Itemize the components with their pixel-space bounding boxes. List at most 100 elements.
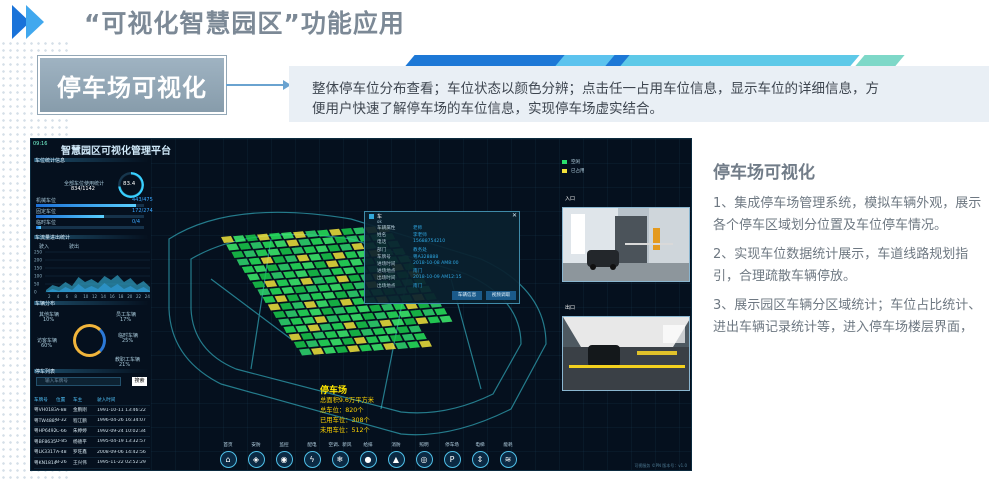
parking-space[interactable] (395, 342, 408, 350)
parking-space[interactable] (286, 239, 300, 247)
nav-item[interactable]: 监控 ◉ (270, 441, 298, 468)
parking-space[interactable] (281, 232, 294, 239)
parking-space[interactable] (346, 235, 360, 243)
table-row[interactable]: 粤BF8635 D-85 杨德平 1995-04-19 13:32:57 (34, 437, 150, 448)
bulb-icon[interactable]: ◎ (415, 451, 433, 468)
parking-space[interactable] (257, 288, 271, 296)
nav-item[interactable]: 空调、新风 ❄ (326, 441, 354, 468)
parking-icon[interactable]: P (443, 451, 461, 468)
parking-space[interactable] (310, 292, 324, 300)
parking-space[interactable] (309, 308, 322, 316)
parking-space[interactable] (302, 316, 316, 324)
parking-space[interactable] (299, 348, 312, 356)
parking-space[interactable] (241, 266, 255, 273)
nav-item[interactable]: 首页 ⌂ (214, 441, 242, 468)
nav-item[interactable]: 给排 ● (354, 441, 382, 468)
parking-space[interactable] (427, 316, 441, 324)
parking-space[interactable] (315, 300, 329, 308)
parking-space[interactable] (389, 334, 403, 342)
parking-space[interactable] (393, 303, 406, 310)
table-row[interactable]: 粤KN1814 B-26 王兴伟 1995-11-22 02:52:29 (34, 458, 150, 469)
parking-space[interactable] (386, 311, 400, 319)
parking-space[interactable] (289, 262, 303, 270)
parking-space[interactable] (293, 341, 307, 348)
parking-space[interactable] (290, 317, 304, 325)
parking-space[interactable] (403, 318, 417, 325)
vehicle-info-button[interactable]: 车辆信息 (452, 291, 482, 300)
parking-space[interactable] (295, 270, 308, 278)
lightning-icon[interactable]: ϟ (303, 451, 321, 468)
parking-space[interactable] (314, 316, 328, 324)
parking-space[interactable] (305, 230, 318, 238)
table-row[interactable]: 粤VH0183 A-88 金鹏刚 1991-10-11 13:46:22 (34, 406, 150, 416)
nav-item[interactable]: 能耗 ≋ (494, 441, 522, 468)
parking-space[interactable] (324, 331, 338, 339)
parking-space[interactable] (236, 258, 250, 266)
nav-item[interactable]: 配电 ϟ (298, 441, 326, 468)
fire-icon[interactable]: ▲ (387, 451, 405, 468)
parking-space[interactable] (341, 228, 354, 235)
parking-space[interactable] (413, 333, 427, 340)
parking-space[interactable] (283, 271, 296, 279)
parking-space[interactable] (253, 265, 267, 273)
parking-space[interactable] (322, 292, 336, 299)
parking-space[interactable] (257, 233, 270, 241)
parking-space[interactable] (371, 343, 384, 351)
parking-space[interactable] (324, 276, 338, 284)
table-row[interactable]: 粤LK3317 A-48 罗旺鑫 2008-09-06 14:42:56 (34, 448, 150, 458)
parking-space[interactable] (319, 323, 333, 331)
parking-space[interactable] (343, 267, 356, 275)
parking-space[interactable] (317, 284, 331, 292)
parking-space[interactable] (348, 329, 362, 337)
parking-space[interactable] (312, 331, 326, 339)
parking-space[interactable] (351, 297, 365, 305)
parking-space[interactable] (284, 255, 298, 263)
parking-space[interactable] (238, 242, 252, 250)
parking-space[interactable] (325, 260, 339, 268)
parking-space[interactable] (259, 272, 272, 280)
parking-space[interactable] (279, 302, 293, 310)
parking-space[interactable] (276, 279, 290, 287)
parking-space[interactable] (315, 245, 329, 253)
parking-space[interactable] (359, 344, 372, 352)
parking-space[interactable] (260, 256, 274, 264)
parking-space[interactable] (303, 246, 317, 254)
parking-space[interactable] (362, 312, 376, 320)
parking-space[interactable] (408, 325, 422, 333)
parking-space[interactable] (343, 322, 357, 329)
parking-space[interactable] (329, 338, 343, 346)
parking-space[interactable] (381, 303, 394, 311)
parking-space[interactable] (401, 333, 415, 341)
parking-space[interactable] (331, 267, 344, 275)
parking-space[interactable] (327, 244, 341, 252)
video-call-button[interactable]: 视频调取 (486, 291, 516, 300)
parking-space[interactable] (333, 307, 346, 314)
home-icon[interactable]: ⌂ (219, 451, 237, 468)
parking-space[interactable] (326, 315, 340, 323)
camera-icon[interactable]: ◉ (275, 451, 293, 468)
parking-space[interactable] (278, 318, 292, 326)
nav-item[interactable]: 照明 ◎ (410, 441, 438, 468)
parking-space[interactable] (281, 286, 295, 294)
parking-space[interactable] (255, 249, 269, 257)
parking-space[interactable] (267, 248, 281, 256)
parking-space[interactable] (291, 301, 305, 309)
parking-space[interactable] (291, 247, 305, 254)
parking-space[interactable] (419, 340, 432, 348)
table-row[interactable]: 粤TW4885 B-32 程江鹏 1996-04-26 16:34:07 (34, 416, 150, 427)
parking-space[interactable] (331, 322, 345, 330)
parking-space[interactable] (355, 321, 369, 329)
parking-space[interactable] (353, 337, 367, 344)
parking-space[interactable] (250, 241, 264, 249)
parking-space[interactable] (285, 310, 298, 318)
nav-item[interactable]: 电梯 ⇕ (466, 441, 494, 468)
shield-icon[interactable]: ◈ (247, 451, 265, 468)
parking-space[interactable] (320, 252, 334, 260)
parking-space[interactable] (351, 243, 365, 250)
parking-space[interactable] (298, 238, 312, 246)
parking-space[interactable] (329, 283, 343, 291)
parking-space[interactable] (286, 294, 300, 302)
parking-space[interactable] (262, 296, 276, 303)
parking-space[interactable] (439, 315, 453, 323)
search-button[interactable]: 搜索 (132, 377, 147, 386)
